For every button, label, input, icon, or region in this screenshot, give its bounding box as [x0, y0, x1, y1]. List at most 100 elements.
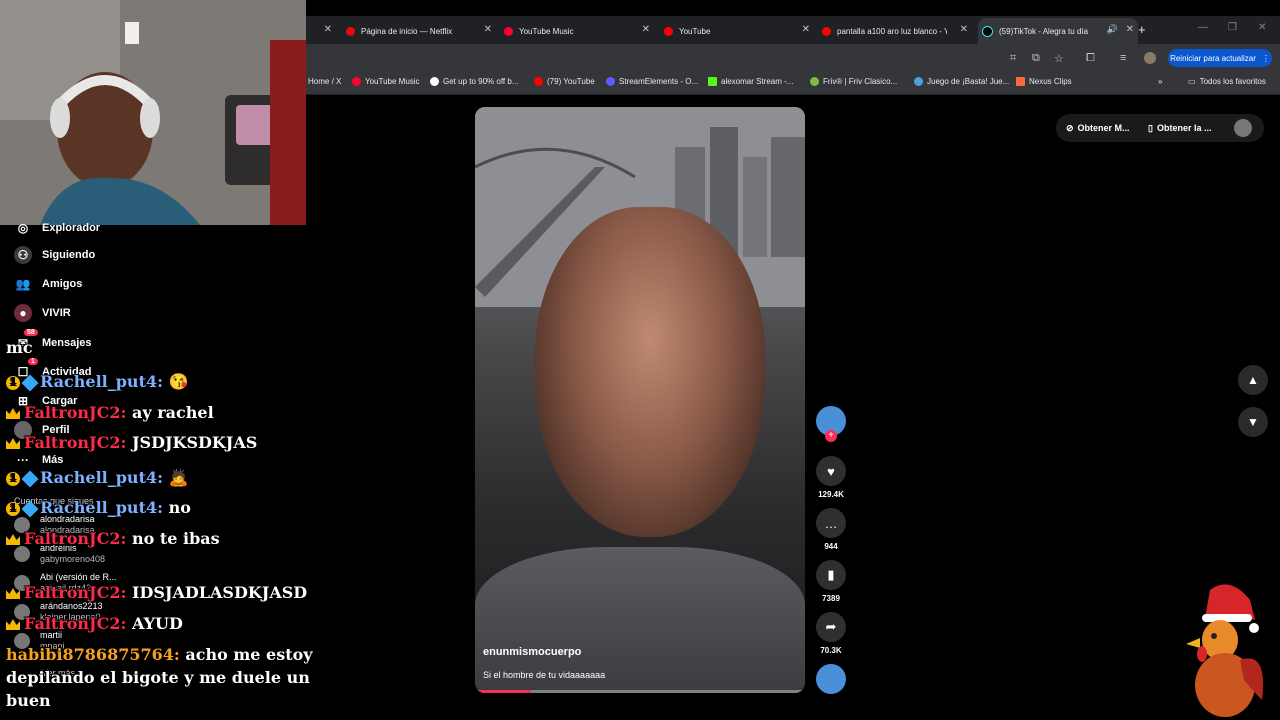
bookmark-deal[interactable]: Get up to 90% off b...: [430, 77, 518, 86]
account-name: Abi (versión de R...: [40, 572, 117, 582]
previous-video-button[interactable]: ▲: [1238, 365, 1268, 395]
maximize-icon[interactable]: ❐: [1228, 22, 1237, 33]
bookmarks-bar: Home / X YouTube Music Get up to 90% off…: [306, 72, 1280, 95]
get-coins-button[interactable]: ⊘ Obtener M...: [1066, 116, 1130, 140]
close-icon[interactable]: ✕: [802, 24, 810, 35]
all-bookmarks[interactable]: ▭ Todos los favoritos: [1188, 77, 1266, 86]
tab-hidden[interactable]: ✕: [306, 18, 336, 44]
get-app-button[interactable]: ▯ Obtener la ...: [1148, 116, 1211, 140]
video-player[interactable]: enunmismocuerpo Si el hombre de tu vidaa…: [475, 107, 805, 693]
close-icon[interactable]: ✕: [1126, 24, 1134, 35]
speaker-icon[interactable]: 🔊: [1107, 24, 1118, 35]
chat-text: JSDJKSDKJAS: [131, 433, 258, 452]
sidebar-item-label: VIVIR: [42, 307, 71, 319]
close-icon[interactable]: ✕: [484, 24, 492, 35]
bookmark-streamelements[interactable]: StreamElements - O...: [606, 77, 698, 86]
tab-youtube-music[interactable]: YouTube Music ✕: [504, 18, 654, 44]
bookmark-star-icon[interactable]: ☆: [1054, 52, 1064, 65]
bookmark-youtube-music[interactable]: YouTube Music: [352, 77, 420, 86]
video-caption: Si el hombre de tu vidaaaaaaa: [483, 670, 606, 680]
bookmark-friv[interactable]: Friv® | Friv Clasico...: [810, 77, 897, 86]
new-tab-button[interactable]: +: [1138, 22, 1146, 37]
chat-message: depilando el bigote y me duele un: [6, 668, 310, 687]
youtube-music-icon: [504, 26, 513, 36]
account-handle: gabymoreno408: [40, 554, 106, 564]
tab-youtube-search[interactable]: pantalla a100 aro luz blanco - Y ✕: [822, 18, 972, 44]
video-progress-fill: [475, 690, 532, 693]
gem-badge-icon: [21, 374, 39, 391]
tab-label: YouTube: [679, 26, 711, 36]
streamelements-icon: [606, 77, 615, 86]
save-count: 7389: [822, 594, 840, 603]
sidebar-item-following[interactable]: ⚇ Siguiendo: [14, 246, 95, 264]
minimize-icon[interactable]: —: [1198, 22, 1208, 33]
extensions-icon[interactable]: ⧠: [1086, 52, 1095, 65]
share-button[interactable]: ➦ 70.3K: [816, 612, 846, 655]
save-button[interactable]: ▮ 7389: [816, 560, 846, 603]
tab-label: pantalla a100 aro luz blanco - Y: [837, 26, 947, 36]
bookmark-youtube[interactable]: (79) YouTube: [534, 77, 595, 86]
like-button[interactable]: ♥ 129.4K: [816, 456, 846, 499]
next-video-button[interactable]: ▼: [1238, 407, 1268, 437]
share-count: 70.3K: [820, 646, 842, 655]
tab-youtube[interactable]: YouTube ✕: [664, 18, 814, 44]
chat-username: FaltronJC2:: [24, 403, 127, 422]
video-author[interactable]: enunmismocuerpo: [483, 646, 581, 658]
deal-icon: [430, 77, 439, 86]
tab-tiktok[interactable]: (59)TikTok - Alegra tu día 🔊 ✕: [978, 18, 1138, 44]
coins-icon: ⊘: [1066, 122, 1074, 133]
bookmark-kick[interactable]: alexomar Stream -...: [708, 77, 793, 86]
share-icon: ➦: [816, 612, 846, 642]
chat-text: no te ibas: [131, 529, 220, 548]
bookmark-nexus-clips[interactable]: Nexus Clips: [1016, 77, 1072, 86]
sub-badge-icon: 1: [6, 501, 20, 516]
sidebar-item-label: Más: [42, 454, 64, 466]
folder-icon: ▭: [1188, 77, 1196, 86]
follow-plus-icon[interactable]: +: [825, 430, 837, 442]
chat-username: FaltronJC2:: [24, 529, 127, 548]
tab-netflix[interactable]: Página de inicio — Netflix ✕: [346, 18, 496, 44]
heart-icon: ♥: [816, 456, 846, 486]
tab-label: (59)TikTok - Alegra tu día: [999, 26, 1089, 36]
video-subject-face: [535, 207, 765, 537]
tab-label: YouTube Music: [519, 26, 574, 36]
sidebar-item-explore[interactable]: ◎ Explorador: [14, 219, 100, 237]
sidebar-item-more[interactable]: ··· Más: [14, 451, 63, 469]
window-close-icon[interactable]: ✕: [1258, 22, 1266, 33]
chat-text: no: [168, 498, 191, 517]
creator-avatar-button[interactable]: +: [816, 406, 846, 442]
close-icon[interactable]: ✕: [642, 24, 650, 35]
translate-icon[interactable]: ⌗: [1010, 52, 1016, 65]
comment-button[interactable]: … 944: [816, 508, 846, 551]
nexus-clips-icon: [1016, 77, 1025, 86]
chat-message: habibi8786875764: acho me estoy: [6, 645, 313, 664]
chat-username: habibi8786875764:: [6, 645, 180, 664]
bookmarks-overflow[interactable]: »: [1158, 77, 1162, 86]
user-avatar[interactable]: [1234, 119, 1252, 137]
more-vert-icon: ⋮: [1261, 53, 1270, 63]
profile-avatar-icon[interactable]: [1144, 52, 1156, 64]
media-queue-icon[interactable]: ≡: [1120, 52, 1126, 64]
bookmark-icon: ▮: [816, 560, 846, 590]
install-app-icon[interactable]: ⧉: [1032, 52, 1040, 65]
basta-icon: [914, 77, 923, 86]
sidebar-item-live[interactable]: ● VIVIR: [14, 304, 71, 322]
video-progress-bar[interactable]: [475, 690, 805, 693]
chat-text: depilando el bigote y me duele un: [6, 668, 310, 687]
chat-message: mc: [6, 338, 33, 357]
crown-badge-icon: [6, 534, 20, 545]
chat-username: Rachell_put4:: [40, 468, 163, 487]
phone-icon: ▯: [1148, 122, 1153, 133]
sidebar-item-label: Amigos: [42, 278, 83, 290]
close-icon[interactable]: ✕: [960, 24, 968, 35]
streamer-webcam: [0, 0, 306, 225]
music-disc-button[interactable]: [816, 664, 846, 694]
close-icon[interactable]: ✕: [324, 24, 332, 35]
netflix-icon: [346, 26, 355, 36]
sidebar-item-friends[interactable]: 👥 Amigos: [14, 275, 83, 293]
get-app-label: Obtener la ...: [1156, 123, 1212, 133]
chat-message: buen: [6, 691, 51, 710]
bookmark-basta[interactable]: Juego de ¡Basta! Jue...: [914, 77, 1009, 86]
restart-to-update-button[interactable]: Reiniciar para actualizar ⋮: [1168, 49, 1272, 67]
bookmark-home-x[interactable]: Home / X: [308, 77, 341, 86]
